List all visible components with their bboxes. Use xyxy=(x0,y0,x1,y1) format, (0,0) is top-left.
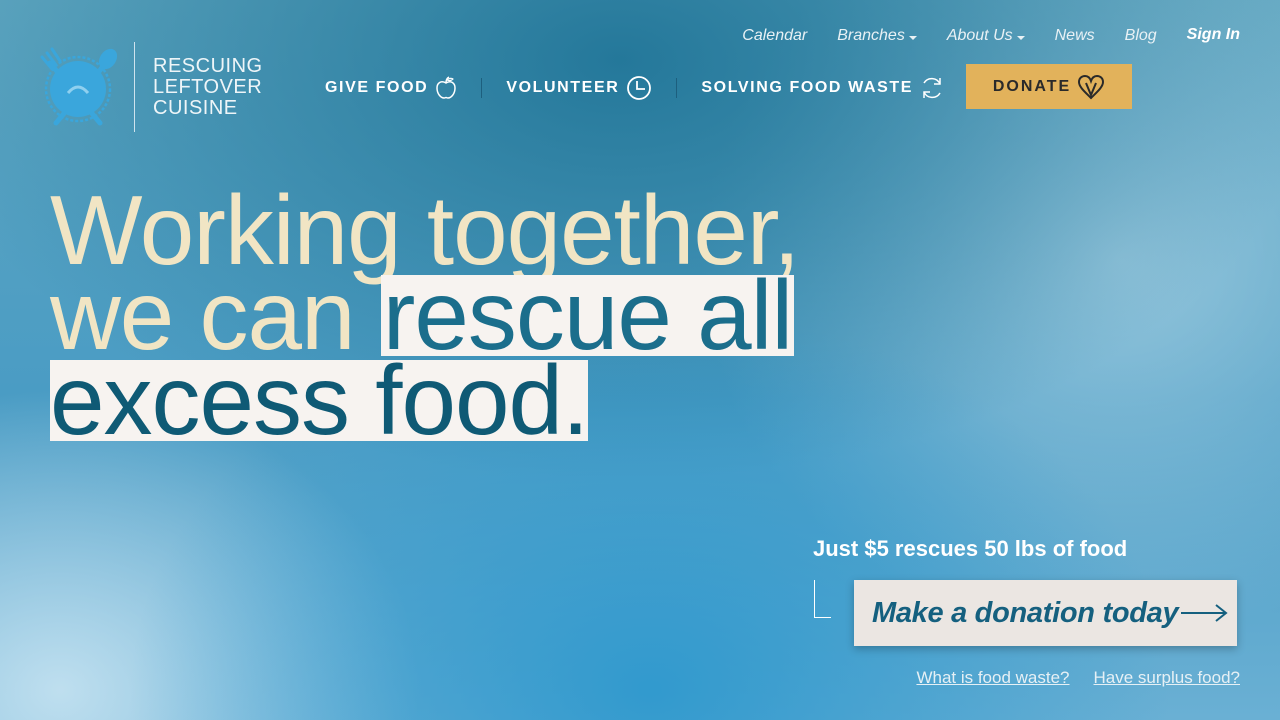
nav-branches-label: Branches xyxy=(837,27,905,44)
nav-branches[interactable]: Branches xyxy=(837,27,917,45)
brand-logo[interactable]: RESCUING LEFTOVER CUISINE xyxy=(38,42,263,132)
nav-volunteer[interactable]: VOLUNTEER xyxy=(506,75,652,101)
what-is-food-waste-link[interactable]: What is food waste? xyxy=(916,668,1069,688)
heart-icon xyxy=(1078,74,1105,99)
apple-icon xyxy=(436,76,457,99)
hero-line-2-highlight: rescue all xyxy=(380,260,795,370)
sign-in-link[interactable]: Sign In xyxy=(1187,26,1240,44)
nav-give-food[interactable]: GIVE FOOD xyxy=(325,76,457,100)
make-donation-label: Make a donation today xyxy=(872,596,1179,629)
brand-line: CUISINE xyxy=(153,96,238,119)
brand-divider xyxy=(134,42,135,132)
promo-text: Just $5 rescues 50 lbs of food xyxy=(813,536,1128,561)
nav-divider xyxy=(481,78,483,98)
nav-blog[interactable]: Blog xyxy=(1125,27,1157,45)
caret-down-icon xyxy=(1016,35,1025,40)
make-donation-button[interactable]: Make a donation today xyxy=(854,580,1237,646)
nav-about-label: About Us xyxy=(946,27,1013,44)
bracket-decoration xyxy=(814,580,831,618)
hero-line-3-highlight: excess food. xyxy=(50,345,589,455)
have-surplus-food-link[interactable]: Have surplus food? xyxy=(1094,668,1240,688)
refresh-icon xyxy=(923,77,941,99)
main-nav: GIVE FOOD VOLUNTEER SOLVING FOOD WASTE xyxy=(325,74,944,102)
nav-volunteer-label: VOLUNTEER xyxy=(506,79,620,96)
caret-down-icon xyxy=(908,35,917,40)
hero-headline: Working together, we can rescue all exce… xyxy=(50,181,800,455)
hero-line-3: excess food. xyxy=(50,345,799,455)
donate-label: DONATE xyxy=(992,77,1072,95)
brand-line: RESCUING xyxy=(153,54,263,77)
footer-links: What is food waste? Have surplus food? xyxy=(892,668,1240,688)
arrow-right-icon xyxy=(1181,604,1228,622)
nav-about-us[interactable]: About Us xyxy=(947,27,1025,45)
brand-line: LEFTOVER xyxy=(153,75,263,98)
nav-give-food-label: GIVE FOOD xyxy=(325,79,429,96)
brand-name: RESCUING LEFTOVER CUISINE xyxy=(153,54,263,119)
clock-icon xyxy=(627,76,652,100)
nav-solving-label: SOLVING FOOD WASTE xyxy=(701,79,914,96)
fork-spoon-plate-icon xyxy=(40,47,118,126)
donate-button[interactable]: DONATE xyxy=(966,64,1132,109)
nav-calendar[interactable]: Calendar xyxy=(742,27,807,45)
nav-solving-food-waste[interactable]: SOLVING FOOD WASTE xyxy=(701,75,944,101)
nav-divider xyxy=(676,78,678,98)
nav-news[interactable]: News xyxy=(1055,27,1095,45)
top-nav: Calendar Branches About Us News Blog Sig… xyxy=(712,26,1240,45)
